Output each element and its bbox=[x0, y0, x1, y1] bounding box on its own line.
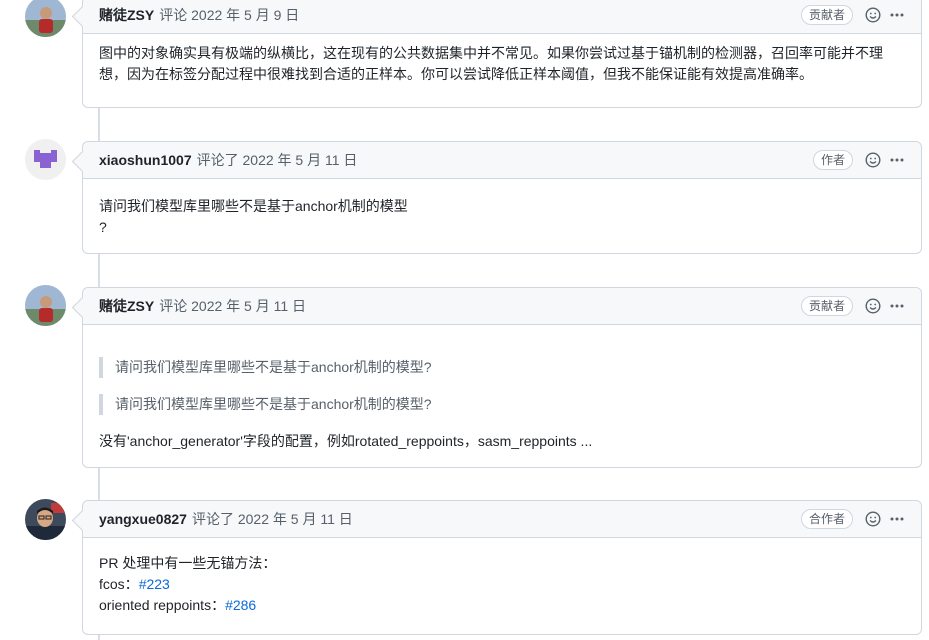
blockquote: 请问我们模型库里哪些不是基于anchor机制的模型? bbox=[99, 357, 905, 378]
avatar[interactable] bbox=[25, 499, 66, 540]
smiley-icon bbox=[865, 7, 881, 23]
kebab-horizontal-icon bbox=[890, 304, 904, 308]
avatar-photo-icon bbox=[25, 285, 66, 326]
method-label: fcos： bbox=[99, 576, 139, 592]
role-badge: 贡献者 bbox=[800, 296, 853, 316]
avatar-photo-icon bbox=[25, 0, 66, 37]
author-name[interactable]: 赌徒ZSY bbox=[99, 5, 154, 25]
kebab-horizontal-icon bbox=[890, 13, 904, 17]
identicon-icon bbox=[25, 139, 66, 180]
comment-box: xiaoshun1007 评论了 2022 年 5 月 11 日 作者 请问我们… bbox=[82, 141, 922, 254]
blockquote: 请问我们模型库里哪些不是基于anchor机制的模型? bbox=[99, 394, 905, 415]
emoji-reaction-button[interactable] bbox=[863, 509, 883, 529]
comment-body: 请问我们模型库里哪些不是基于anchor机制的模型? 请问我们模型库里哪些不是基… bbox=[83, 325, 921, 464]
more-options-button[interactable] bbox=[887, 150, 907, 170]
author-name[interactable]: yangxue0827 bbox=[99, 511, 187, 527]
avatar[interactable] bbox=[25, 0, 66, 37]
author-name[interactable]: 赌徒ZSY bbox=[99, 296, 154, 316]
comment-body: PR 处理中有一些无锚方法： fcos：#223 oriented reppoi… bbox=[83, 538, 921, 628]
emoji-reaction-button[interactable] bbox=[863, 296, 883, 316]
emoji-reaction-button[interactable] bbox=[863, 150, 883, 170]
comment-text: 没有'anchor_generator'字段的配置，例如rotated_repp… bbox=[99, 433, 593, 449]
kebab-horizontal-icon bbox=[890, 517, 904, 521]
avatar[interactable] bbox=[25, 285, 66, 326]
comment-timestamp[interactable]: 评论了 2022 年 5 月 11 日 bbox=[192, 509, 353, 529]
method-label: oriented reppoints： bbox=[99, 597, 226, 613]
more-options-button[interactable] bbox=[887, 509, 907, 529]
comment-timestamp[interactable]: 评论了 2022 年 5 月 11 日 bbox=[197, 150, 358, 170]
role-badge: 作者 bbox=[812, 150, 853, 170]
comment-header: yangxue0827 评论了 2022 年 5 月 11 日 合作者 bbox=[83, 501, 921, 538]
emoji-reaction-button[interactable] bbox=[863, 5, 883, 25]
smiley-icon bbox=[865, 511, 881, 527]
comment-header: 赌徒ZSY 评论 2022 年 5 月 11 日 贡献者 bbox=[83, 288, 921, 325]
role-badge: 合作者 bbox=[800, 509, 853, 529]
smiley-icon bbox=[865, 298, 881, 314]
comment-text-line: PR 处理中有一些无锚方法： bbox=[99, 555, 277, 571]
comment-timestamp[interactable]: 评论 2022 年 5 月 9 日 bbox=[159, 5, 299, 25]
kebab-horizontal-icon bbox=[890, 158, 904, 162]
comment-body: 图中的对象确实具有极端的纵横比，这在现有的公共数据集中并不常见。如果你尝试过基于… bbox=[83, 34, 921, 97]
comment-box: 赌徒ZSY 评论 2022 年 5 月 9 日 贡献者 图中的对象确实具有极端的… bbox=[82, 0, 922, 108]
comment-box: 赌徒ZSY 评论 2022 年 5 月 11 日 贡献者 请问我们模型库里哪些不… bbox=[82, 287, 922, 468]
comment-header: xiaoshun1007 评论了 2022 年 5 月 11 日 作者 bbox=[83, 142, 921, 179]
comment-text-line: 请问我们模型库里哪些不是基于anchor机制的模型 bbox=[99, 198, 408, 214]
avatar-photo-icon bbox=[25, 499, 66, 540]
comment-text: 图中的对象确实具有极端的纵横比，这在现有的公共数据集中并不常见。如果你尝试过基于… bbox=[99, 45, 883, 82]
comment-timestamp[interactable]: 评论 2022 年 5 月 11 日 bbox=[159, 296, 306, 316]
more-options-button[interactable] bbox=[887, 5, 907, 25]
more-options-button[interactable] bbox=[887, 296, 907, 316]
comment-text-line: fcos：#223 bbox=[99, 574, 905, 595]
author-name[interactable]: xiaoshun1007 bbox=[99, 152, 192, 168]
comment-box: yangxue0827 评论了 2022 年 5 月 11 日 合作者 PR 处… bbox=[82, 500, 922, 635]
comment-text-line: ? bbox=[99, 219, 107, 235]
comment-header: 赌徒ZSY 评论 2022 年 5 月 9 日 贡献者 bbox=[83, 0, 921, 34]
comment-body: 请问我们模型库里哪些不是基于anchor机制的模型 ? bbox=[83, 179, 921, 250]
comment-text-line: oriented reppoints：#286 bbox=[99, 595, 905, 616]
role-badge: 贡献者 bbox=[800, 5, 853, 25]
pr-link[interactable]: #223 bbox=[139, 576, 170, 592]
smiley-icon bbox=[865, 152, 881, 168]
pr-link[interactable]: #286 bbox=[225, 597, 256, 613]
avatar[interactable] bbox=[25, 139, 66, 180]
